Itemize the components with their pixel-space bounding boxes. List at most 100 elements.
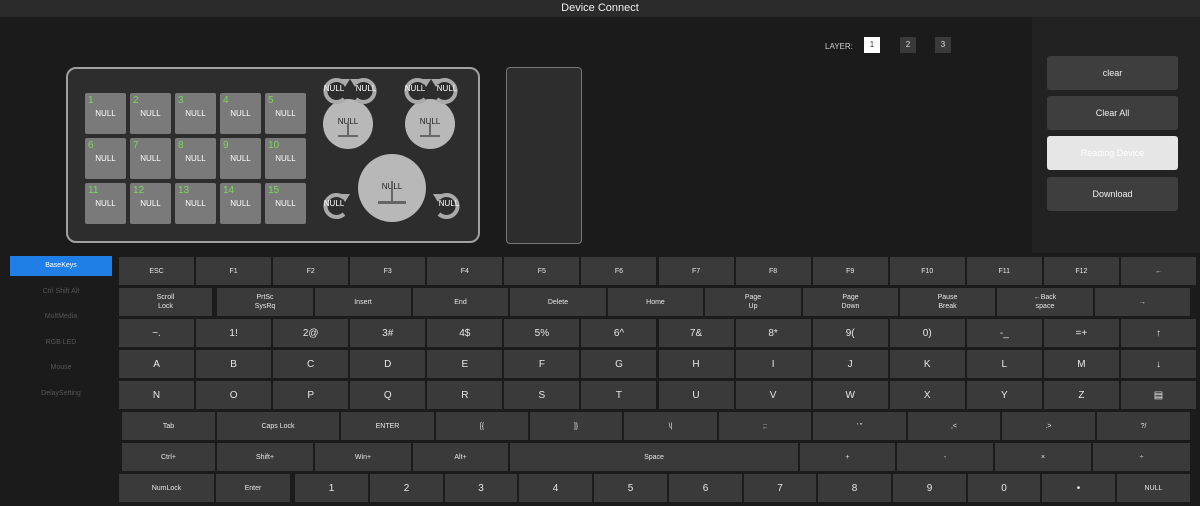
rotate-ccw-button[interactable]: NULL bbox=[316, 193, 352, 219]
key-3-13[interactable]: ↓ bbox=[1120, 350, 1196, 378]
key-3-8[interactable]: I bbox=[735, 350, 811, 378]
key-5-6[interactable]: ;: bbox=[719, 412, 811, 440]
key-2-12[interactable]: =+ bbox=[1043, 319, 1119, 347]
key-0-6[interactable]: F6 bbox=[581, 257, 657, 285]
key-0-2[interactable]: F2 bbox=[273, 257, 349, 285]
key-6-3[interactable]: Alt+ bbox=[413, 443, 508, 471]
key-7-1[interactable]: Enter bbox=[216, 474, 290, 502]
key-6-6[interactable]: - bbox=[897, 443, 993, 471]
pad-key-7[interactable]: 7 NULL bbox=[130, 138, 171, 179]
pad-key-15[interactable]: 15 NULL bbox=[265, 183, 306, 224]
key-7-2[interactable]: 1 bbox=[295, 474, 368, 502]
key-4-3[interactable]: Q bbox=[350, 381, 426, 409]
key-4-11[interactable]: Y bbox=[966, 381, 1042, 409]
key-2-8[interactable]: 8* bbox=[735, 319, 811, 347]
key-3-7[interactable]: H bbox=[658, 350, 734, 378]
key-6-7[interactable]: × bbox=[995, 443, 1091, 471]
key-2-3[interactable]: 3# bbox=[350, 319, 426, 347]
key-0-9[interactable]: F9 bbox=[812, 257, 888, 285]
key-3-10[interactable]: K bbox=[889, 350, 965, 378]
rotate-cw-button[interactable]: NULL bbox=[431, 193, 467, 219]
key-2-11[interactable]: -_ bbox=[966, 319, 1042, 347]
pad-key-11[interactable]: 11 NULL bbox=[85, 183, 126, 224]
key-3-2[interactable]: C bbox=[273, 350, 349, 378]
key-5-10[interactable]: ?/ bbox=[1097, 412, 1190, 440]
key-2-13[interactable]: ↑ bbox=[1120, 319, 1196, 347]
rotate-ccw-button[interactable]: NULL bbox=[316, 78, 352, 104]
key-4-1[interactable]: O bbox=[196, 381, 272, 409]
key-4-9[interactable]: W bbox=[812, 381, 888, 409]
key-7-7[interactable]: 6 bbox=[669, 474, 742, 502]
knob-3[interactable]: NULL bbox=[358, 154, 426, 222]
pad-key-10[interactable]: 10 NULL bbox=[265, 138, 306, 179]
download-button[interactable]: Download bbox=[1047, 177, 1178, 211]
key-2-4[interactable]: 4$ bbox=[427, 319, 503, 347]
key-0-7[interactable]: F7 bbox=[658, 257, 734, 285]
key-7-3[interactable]: 2 bbox=[370, 474, 443, 502]
key-5-1[interactable]: Caps Lock bbox=[217, 412, 339, 440]
key-4-7[interactable]: U bbox=[658, 381, 734, 409]
key-7-13[interactable]: NULL bbox=[1117, 474, 1190, 502]
key-5-4[interactable]: ]} bbox=[530, 412, 622, 440]
key-1-5[interactable]: Home bbox=[608, 288, 703, 316]
key-5-2[interactable]: ENTER bbox=[341, 412, 434, 440]
key-5-3[interactable]: [{ bbox=[436, 412, 528, 440]
rotate-cw-button[interactable]: NULL bbox=[429, 78, 465, 104]
knob-2[interactable]: NULL bbox=[405, 99, 455, 149]
key-5-8[interactable]: ,< bbox=[908, 412, 1000, 440]
key-7-11[interactable]: 0 bbox=[968, 474, 1040, 502]
pad-key-4[interactable]: 4 NULL bbox=[220, 93, 261, 134]
key-7-10[interactable]: 9 bbox=[893, 474, 966, 502]
pad-key-2[interactable]: 2 NULL bbox=[130, 93, 171, 134]
key-0-11[interactable]: F11 bbox=[966, 257, 1042, 285]
key-6-4[interactable]: Space bbox=[510, 443, 798, 471]
key-6-8[interactable]: ÷ bbox=[1093, 443, 1190, 471]
key-6-2[interactable]: Win+ bbox=[315, 443, 411, 471]
key-0-10[interactable]: F10 bbox=[889, 257, 965, 285]
key-1-9[interactable]: ←Back space bbox=[997, 288, 1093, 316]
key-7-4[interactable]: 3 bbox=[445, 474, 517, 502]
key-2-7[interactable]: 7& bbox=[658, 319, 734, 347]
sidebar-item-ctrl-shift-alt[interactable]: Ctrl Shift Alt bbox=[10, 282, 112, 302]
key-5-5[interactable]: \| bbox=[624, 412, 717, 440]
key-5-7[interactable]: ' " bbox=[813, 412, 906, 440]
key-4-2[interactable]: P bbox=[273, 381, 349, 409]
key-4-8[interactable]: V bbox=[735, 381, 811, 409]
pad-key-3[interactable]: 3 NULL bbox=[175, 93, 216, 134]
key-1-8[interactable]: Pause Break bbox=[900, 288, 995, 316]
key-2-10[interactable]: 0) bbox=[889, 319, 965, 347]
pad-key-8[interactable]: 8 NULL bbox=[175, 138, 216, 179]
pad-key-6[interactable]: 6 NULL bbox=[85, 138, 126, 179]
key-7-9[interactable]: 8 bbox=[818, 474, 891, 502]
key-3-1[interactable]: B bbox=[196, 350, 272, 378]
key-1-4[interactable]: Delete bbox=[510, 288, 606, 316]
key-4-12[interactable]: Z bbox=[1043, 381, 1119, 409]
key-3-4[interactable]: E bbox=[427, 350, 503, 378]
key-2-0[interactable]: ~. bbox=[119, 319, 195, 347]
key-4-0[interactable]: N bbox=[119, 381, 195, 409]
key-1-6[interactable]: Page Up bbox=[705, 288, 801, 316]
rotate-ccw-button[interactable]: NULL bbox=[397, 78, 433, 104]
key-7-8[interactable]: 7 bbox=[744, 474, 816, 502]
key-0-8[interactable]: F8 bbox=[735, 257, 811, 285]
pad-key-13[interactable]: 13 NULL bbox=[175, 183, 216, 224]
key-2-5[interactable]: 5% bbox=[504, 319, 580, 347]
key-0-4[interactable]: F4 bbox=[427, 257, 503, 285]
key-1-10[interactable]: → bbox=[1095, 288, 1190, 316]
key-0-0[interactable]: ESC bbox=[119, 257, 195, 285]
key-5-0[interactable]: Tab bbox=[122, 412, 215, 440]
key-0-1[interactable]: F1 bbox=[196, 257, 272, 285]
layer-3-button[interactable]: 3 bbox=[935, 37, 951, 53]
pad-key-5[interactable]: 5 NULL bbox=[265, 93, 306, 134]
key-0-13[interactable]: ← bbox=[1120, 257, 1196, 285]
key-6-0[interactable]: Ctrl+ bbox=[122, 443, 215, 471]
sidebar-item-multmedia[interactable]: MultMedia bbox=[10, 307, 112, 327]
pad-key-9[interactable]: 9 NULL bbox=[220, 138, 261, 179]
key-7-0[interactable]: NumLock bbox=[119, 474, 214, 502]
key-3-0[interactable]: A bbox=[119, 350, 195, 378]
key-3-5[interactable]: F bbox=[504, 350, 580, 378]
key-4-13[interactable]: ▤ bbox=[1120, 381, 1196, 409]
reading-device-button[interactable]: Reading Device bbox=[1047, 136, 1178, 170]
key-3-12[interactable]: M bbox=[1043, 350, 1119, 378]
pad-key-14[interactable]: 14 NULL bbox=[220, 183, 261, 224]
